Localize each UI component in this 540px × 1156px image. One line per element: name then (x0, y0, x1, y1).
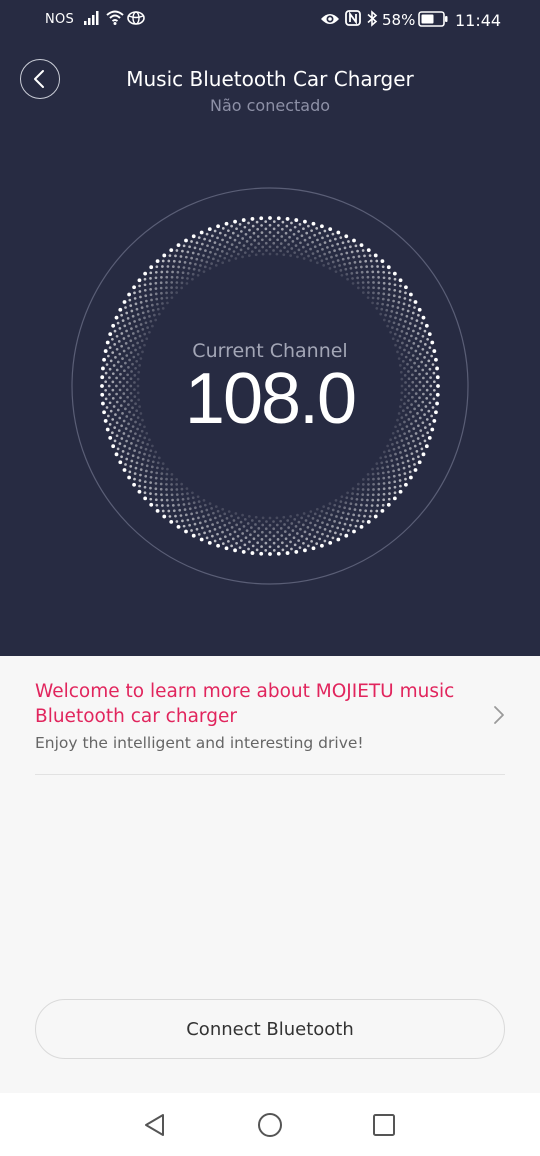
carrier-label: NOS (45, 12, 75, 27)
nav-recent-apps-icon[interactable] (372, 1113, 396, 1137)
status-clock: 11:44 (455, 11, 502, 30)
system-nav-bar (0, 1093, 540, 1156)
status-bar: NOS 58% 11:44 (0, 0, 540, 40)
info-banner[interactable]: Welcome to learn more about MOJIETU musi… (35, 679, 505, 775)
header-panel: NOS 58% 11:44 Music Bluetooth Car Charge… (0, 0, 540, 656)
info-title: Welcome to learn more about MOJIETU musi… (35, 681, 455, 727)
signal-icon (84, 11, 100, 29)
nfc-icon (345, 10, 361, 30)
car-app-icon (127, 11, 145, 29)
connection-status: Não conectado (209, 96, 331, 115)
bluetooth-icon (366, 10, 378, 31)
info-subtitle: Enjoy the intelligent and interesting dr… (35, 734, 364, 752)
nav-back-icon[interactable] (142, 1112, 168, 1138)
battery-percent: 58% (382, 11, 416, 29)
eye-icon (320, 12, 340, 30)
wifi-icon (106, 10, 124, 29)
chevron-right-icon (494, 706, 504, 724)
nav-home-icon[interactable] (257, 1112, 283, 1138)
page-title: Music Bluetooth Car Charger (126, 67, 414, 91)
battery-icon (418, 11, 448, 31)
connect-bluetooth-button[interactable]: Connect Bluetooth (35, 999, 505, 1059)
channel-value: 108.0 (184, 359, 357, 439)
